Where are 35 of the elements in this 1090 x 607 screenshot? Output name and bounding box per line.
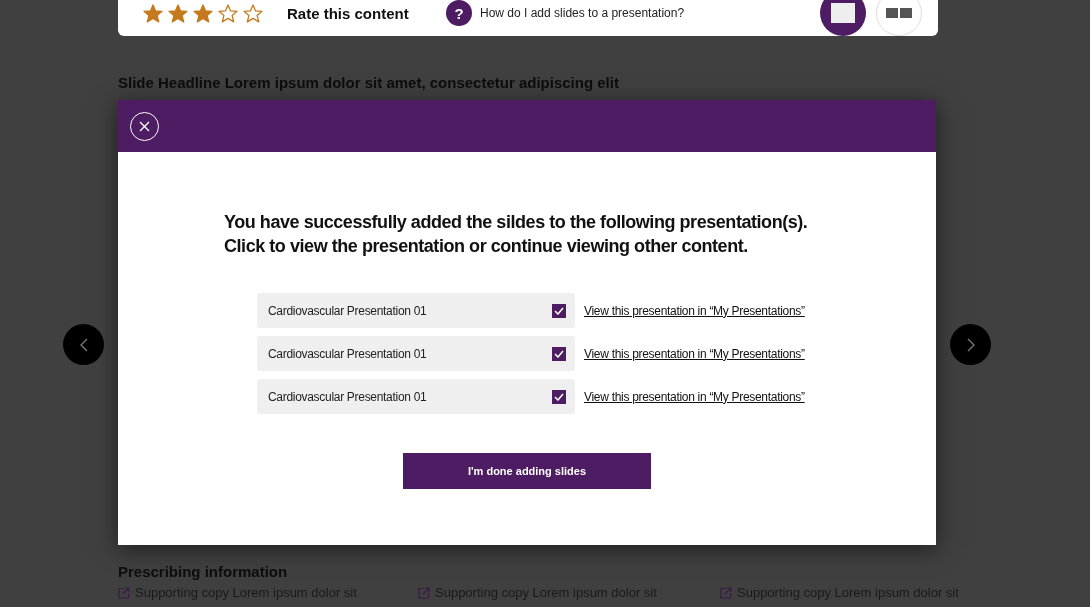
star-outline-icon[interactable] xyxy=(218,3,238,23)
checkmark-icon xyxy=(554,306,564,315)
two-tiles-icon xyxy=(886,8,912,18)
help-link[interactable]: How do I add slides to a presentation? xyxy=(480,6,685,20)
rating-label: Rate this content xyxy=(287,4,410,22)
view-presentation-link[interactable]: View this presentation in “My Presentations” xyxy=(584,303,805,318)
next-button[interactable] xyxy=(950,324,991,365)
external-link-icon xyxy=(720,586,732,599)
presentation-name: Cardiovascular Presentation 01 xyxy=(268,346,427,361)
chevron-right-icon xyxy=(966,337,975,352)
star-outline-icon[interactable] xyxy=(243,3,263,23)
checkbox[interactable] xyxy=(552,346,566,361)
square-icon xyxy=(831,3,855,23)
checkbox[interactable] xyxy=(552,389,566,404)
done-button[interactable]: I'm done adding slides xyxy=(403,453,651,489)
question-mark-badge[interactable]: ? xyxy=(446,0,472,26)
checkmark-icon xyxy=(554,392,564,401)
chevron-left-icon xyxy=(79,337,88,352)
star-filled-icon[interactable] xyxy=(143,3,163,23)
checkbox[interactable] xyxy=(552,303,566,318)
previous-button[interactable] xyxy=(63,324,104,365)
external-link-icon xyxy=(418,586,430,599)
close-icon xyxy=(139,120,150,132)
success-message: You have successfully added the sildes to the following presentation(s). Click to view the presentation or continue viewing other content. xyxy=(224,211,808,258)
presentation-name: Cardiovascular Presentation 01 xyxy=(268,303,427,318)
star-filled-icon[interactable] xyxy=(168,3,188,23)
view-presentation-link[interactable]: View this presentation in “My Presentations” xyxy=(584,389,805,404)
star-rating[interactable] xyxy=(143,3,263,23)
star-filled-icon[interactable] xyxy=(193,3,213,23)
view-presentation-link[interactable]: View this presentation in “My Presentations” xyxy=(584,346,805,361)
external-link-icon xyxy=(118,586,130,599)
view-toggle-button[interactable] xyxy=(820,0,866,36)
checkmark-icon xyxy=(554,349,564,358)
view-toggle-button[interactable] xyxy=(876,0,922,36)
presentation-name: Cardiovascular Presentation 01 xyxy=(268,389,427,404)
